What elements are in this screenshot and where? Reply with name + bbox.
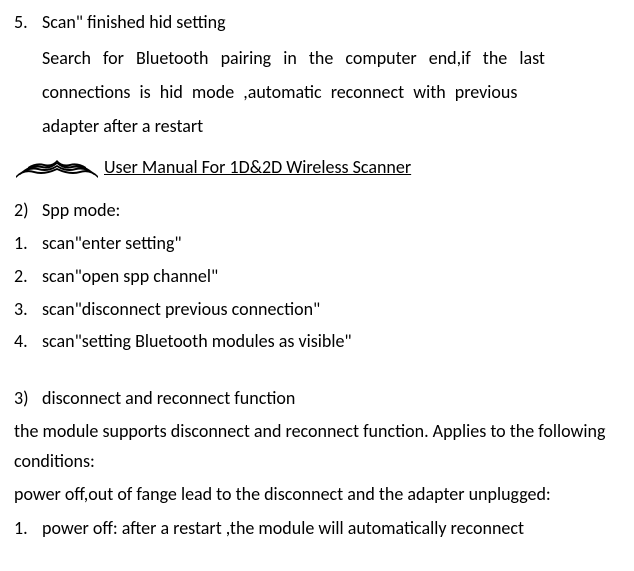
list-item: 1. scan"enter setting"	[14, 229, 620, 258]
manual-header: User Manual For 1D&2D Wireless Scanner	[14, 153, 620, 182]
section-3-para-1: the module supports disconnect and recon…	[14, 417, 620, 476]
section-number: 2)	[14, 196, 42, 225]
item-number: 3.	[14, 295, 42, 324]
item-text: scan"setting Bluetooth modules as visibl…	[42, 327, 620, 356]
section-number: 3)	[14, 384, 42, 413]
item-number: 1.	[14, 514, 42, 543]
desc-line-3: adapter after a restart	[42, 109, 620, 143]
list-item-5: 5. Scan" finished hid setting	[14, 8, 620, 37]
open-book-icon	[14, 154, 100, 182]
item-text: scan"open spp channel"	[42, 262, 620, 291]
item-text: power off: after a restart ,the module w…	[42, 514, 620, 543]
section-3-header: 3) disconnect and reconnect function	[14, 384, 620, 413]
item-number: 5.	[14, 8, 42, 37]
header-title: User Manual For 1D&2D Wireless Scanner	[104, 153, 411, 182]
section-3-para-2: power off,out of fange lead to the disco…	[14, 480, 620, 510]
spacer	[14, 360, 620, 384]
item-5-description: Search for Bluetooth pairing in the comp…	[14, 41, 620, 144]
item-text: scan"disconnect previous connection"	[42, 295, 620, 324]
list-item: 2. scan"open spp channel"	[14, 262, 620, 291]
item-number: 4.	[14, 327, 42, 356]
desc-line-2: connections is hid mode ,automatic recon…	[42, 75, 620, 109]
list-item: 4. scan"setting Bluetooth modules as vis…	[14, 327, 620, 356]
item-number: 1.	[14, 229, 42, 258]
desc-line-1: Search for Bluetooth pairing in the comp…	[42, 41, 620, 75]
item-number: 2.	[14, 262, 42, 291]
item-text: Scan" finished hid setting	[42, 8, 620, 37]
section-label: disconnect and reconnect function	[42, 384, 620, 413]
list-item: 1. power off: after a restart ,the modul…	[14, 514, 620, 543]
list-item: 3. scan"disconnect previous connection"	[14, 295, 620, 324]
item-text: scan"enter setting"	[42, 229, 620, 258]
section-2-header: 2) Spp mode:	[14, 196, 620, 225]
section-label: Spp mode:	[42, 196, 620, 225]
